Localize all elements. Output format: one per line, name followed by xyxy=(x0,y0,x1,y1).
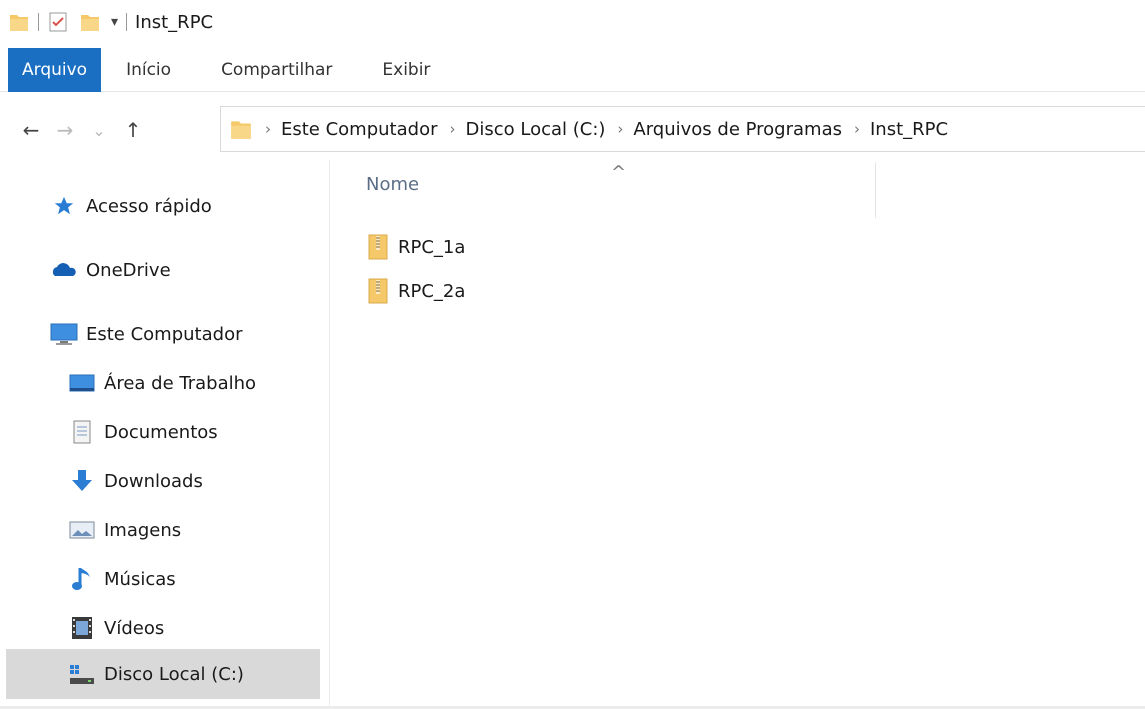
file-name: RPC_2a xyxy=(398,280,466,302)
sidebar-item-label: Área de Trabalho xyxy=(104,372,257,394)
sidebar-item-disco-local[interactable]: Disco Local (C:) xyxy=(6,649,320,699)
sort-ascending-indicator: ^ xyxy=(611,162,627,183)
breadcrumb-disco-local[interactable]: Disco Local (C:) xyxy=(465,119,605,140)
folder-icon[interactable] xyxy=(8,11,30,33)
tab-compartilhar[interactable]: Compartilhar xyxy=(196,48,357,92)
desktop-icon xyxy=(68,369,96,397)
tab-exibir[interactable]: Exibir xyxy=(357,48,455,92)
breadcrumb-este-computador[interactable]: Este Computador xyxy=(281,119,437,140)
sidebar-item-onedrive[interactable]: OneDrive xyxy=(50,248,171,292)
videos-icon xyxy=(68,614,96,642)
sidebar-item-area-de-trabalho[interactable]: Área de Trabalho xyxy=(68,361,256,405)
navigation-pane: Acesso rápido OneDrive Este Computador Á… xyxy=(0,160,330,709)
breadcrumb-separator: › xyxy=(853,120,860,138)
sidebar-item-videos[interactable]: Vídeos xyxy=(68,606,164,650)
document-icon xyxy=(68,418,96,446)
star-icon xyxy=(50,192,78,220)
sidebar-item-label: Músicas xyxy=(104,568,176,590)
window-title: Inst_RPC xyxy=(135,11,214,33)
separator xyxy=(38,13,39,31)
drive-icon xyxy=(68,660,96,688)
properties-icon[interactable] xyxy=(47,11,69,33)
navigation-bar: ← → ⌄ ↑ › Este Computador › Disco Local … xyxy=(0,102,1145,152)
zip-folder-icon xyxy=(366,278,390,304)
music-icon xyxy=(68,565,96,593)
customize-toolbar-icon[interactable]: ▾ xyxy=(111,14,118,30)
sidebar-item-este-computador[interactable]: Este Computador xyxy=(50,312,242,356)
file-list: ^ Nome RPC_1a RPC_2a xyxy=(330,160,1145,709)
cloud-icon xyxy=(50,256,78,284)
sidebar-item-documentos[interactable]: Documentos xyxy=(68,410,218,454)
forward-button[interactable]: → xyxy=(48,110,82,150)
back-button[interactable]: ← xyxy=(14,110,48,150)
file-name: RPC_1a xyxy=(398,236,466,258)
new-folder-icon[interactable] xyxy=(79,11,101,33)
nav-buttons: ← → ⌄ ↑ xyxy=(14,110,150,150)
ribbon-tabs: Arquivo Início Compartilhar Exibir xyxy=(0,47,1145,92)
zip-folder-icon xyxy=(366,234,390,260)
sidebar-item-label: Downloads xyxy=(104,470,203,492)
sidebar-item-label: OneDrive xyxy=(86,259,171,281)
sidebar-item-label: Vídeos xyxy=(104,617,165,639)
breadcrumb-inst-rpc[interactable]: Inst_RPC xyxy=(870,119,948,140)
pictures-icon xyxy=(68,516,96,544)
sidebar-item-label: Imagens xyxy=(104,519,182,541)
download-icon xyxy=(68,467,96,495)
sidebar-item-label: Acesso rápido xyxy=(86,195,212,217)
sidebar-item-acesso-rapido[interactable]: Acesso rápido xyxy=(50,184,212,228)
address-bar[interactable]: › Este Computador › Disco Local (C:) › A… xyxy=(220,106,1145,152)
breadcrumb-separator: › xyxy=(265,120,271,138)
computer-icon xyxy=(50,320,78,348)
list-item[interactable]: RPC_2a xyxy=(366,276,465,306)
breadcrumb-separator: › xyxy=(617,120,624,138)
up-button[interactable]: ↑ xyxy=(116,110,150,150)
column-header-name[interactable]: Nome xyxy=(366,174,419,195)
tab-inicio[interactable]: Início xyxy=(101,48,196,92)
list-item[interactable]: RPC_1a xyxy=(366,232,465,262)
sidebar-item-downloads[interactable]: Downloads xyxy=(68,459,203,503)
folder-icon xyxy=(229,117,253,141)
breadcrumb-separator: › xyxy=(449,120,456,138)
breadcrumb-arquivos-de-programas[interactable]: Arquivos de Programas xyxy=(633,119,842,140)
sidebar-item-imagens[interactable]: Imagens xyxy=(68,508,181,552)
sidebar-item-musicas[interactable]: Músicas xyxy=(68,557,176,601)
sidebar-item-label: Disco Local (C:) xyxy=(104,663,244,685)
sidebar-item-label: Documentos xyxy=(104,421,218,443)
sidebar-item-label: Este Computador xyxy=(86,323,243,345)
column-divider[interactable] xyxy=(875,162,876,218)
tab-arquivo[interactable]: Arquivo xyxy=(8,47,102,92)
recent-locations-button[interactable]: ⌄ xyxy=(82,110,116,150)
separator xyxy=(126,13,128,31)
title-bar: ▾ Inst_RPC xyxy=(0,0,1145,44)
